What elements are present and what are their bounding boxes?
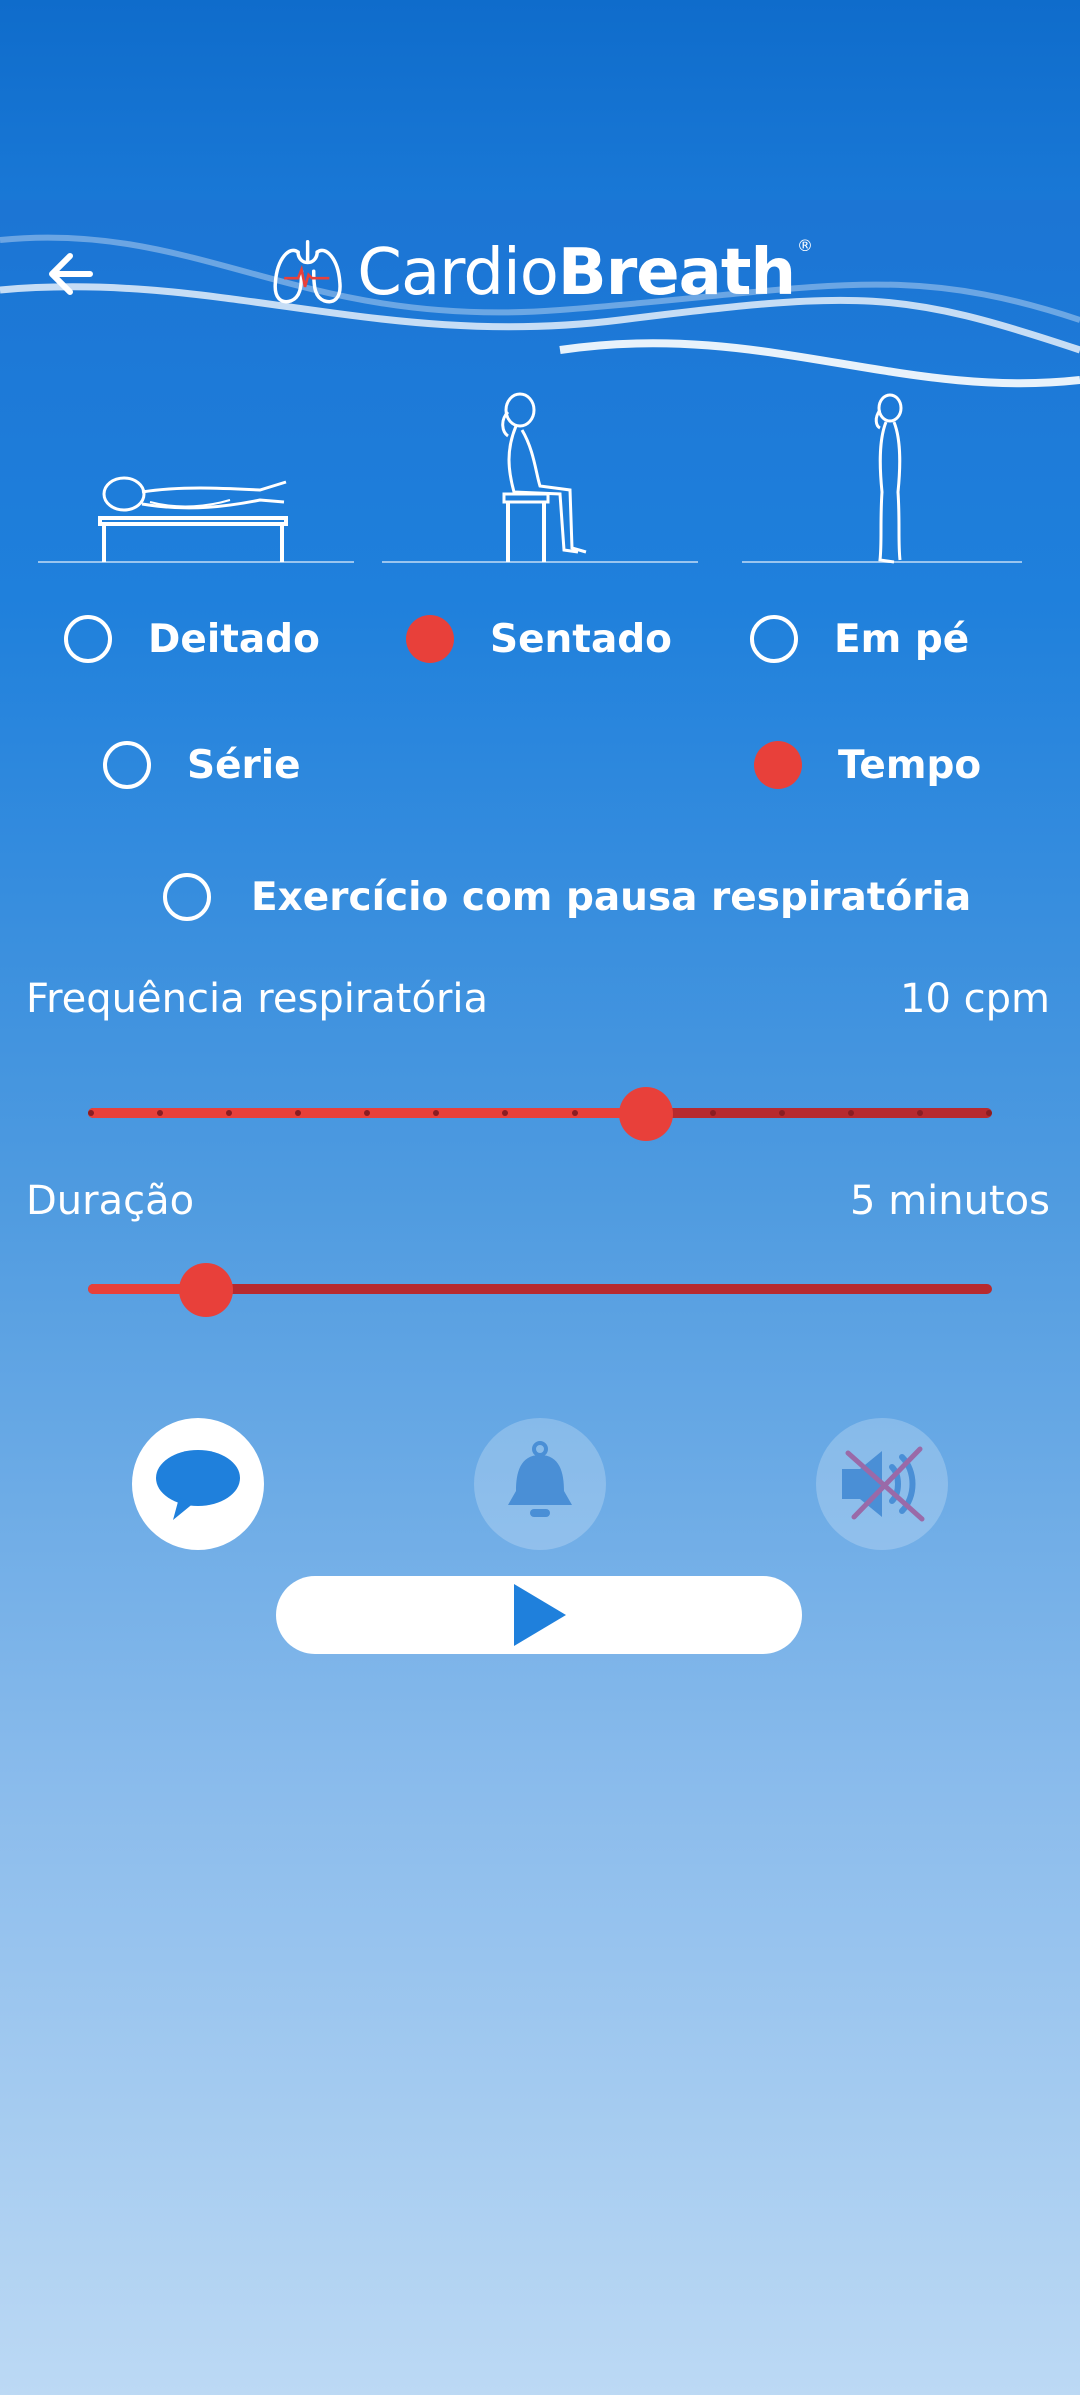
frequency-slider-tick [572,1110,578,1116]
posture-divider [382,561,698,563]
bell-icon [508,1441,572,1517]
pause-exercise-option[interactable]: Exercício com pausa respiratória [163,873,971,921]
duration-label: Duração [26,1178,195,1224]
radio-deitado[interactable] [64,615,112,663]
lying-posture-icon [98,476,288,562]
radio-sentado-selected[interactable] [406,615,454,663]
speaker-muted-icon [842,1446,925,1522]
frequency-slider-tick [502,1110,508,1116]
frequency-value: 10 cpm [900,976,1050,1022]
frequency-slider-tick [779,1110,785,1116]
radio-em-pe[interactable] [750,615,798,663]
radio-label-em-pe: Em pé [834,616,970,662]
duration-value: 5 minutos [850,1178,1050,1224]
app-logo: CardioBreath ® [272,228,813,318]
frequency-slider-tick [295,1110,301,1116]
back-arrow-icon[interactable] [40,240,108,308]
radio-label-tempo: Tempo [838,742,982,788]
posture-option-sentado[interactable]: Sentado [406,615,672,663]
play-button[interactable] [276,1576,802,1654]
duration-slider[interactable] [88,1258,992,1318]
radio-label-sentado: Sentado [490,616,672,662]
frequency-label: Frequência respiratória [26,976,489,1022]
sitting-posture-icon [501,392,587,562]
registered-mark: ® [797,236,813,255]
mode-option-tempo[interactable]: Tempo [754,741,981,789]
frequency-slider-tick [226,1110,232,1116]
frequency-slider-tick [986,1110,992,1116]
frequency-slider-tick [157,1110,163,1116]
radio-tempo-selected[interactable] [754,741,802,789]
mode-option-serie[interactable]: Série [103,741,301,789]
frequency-slider-thumb[interactable] [619,1087,673,1141]
posture-option-deitado[interactable]: Deitado [64,615,320,663]
status-bar-area [0,0,1080,200]
frequency-slider-tick [364,1110,370,1116]
frequency-slider-tick [848,1110,854,1116]
radio-pause-exercise[interactable] [163,873,211,921]
play-icon [514,1584,566,1646]
standing-posture-icon [874,393,903,564]
frequency-slider[interactable] [88,1082,992,1142]
posture-divider [38,561,354,563]
speech-toggle-button[interactable] [132,1418,264,1550]
frequency-slider-tick [433,1110,439,1116]
frequency-slider-tick [917,1110,923,1116]
duration-slider-thumb[interactable] [179,1263,233,1317]
logo-text-breath: Breath [557,236,796,310]
sound-mute-button[interactable] [816,1418,948,1550]
bell-toggle-button[interactable] [474,1418,606,1550]
lungs-logo-icon [273,239,342,304]
posture-divider [742,561,1022,563]
radio-label-pause-exercise: Exercício com pausa respiratória [251,874,972,920]
logo-text-cardio: Cardio [357,236,559,310]
radio-label-deitado: Deitado [148,616,320,662]
frequency-slider-tick [88,1110,94,1116]
radio-serie[interactable] [103,741,151,789]
speech-bubble-icon [156,1450,240,1520]
frequency-slider-tick [710,1110,716,1116]
posture-option-em-pe[interactable]: Em pé [750,615,969,663]
radio-label-serie: Série [187,742,301,788]
